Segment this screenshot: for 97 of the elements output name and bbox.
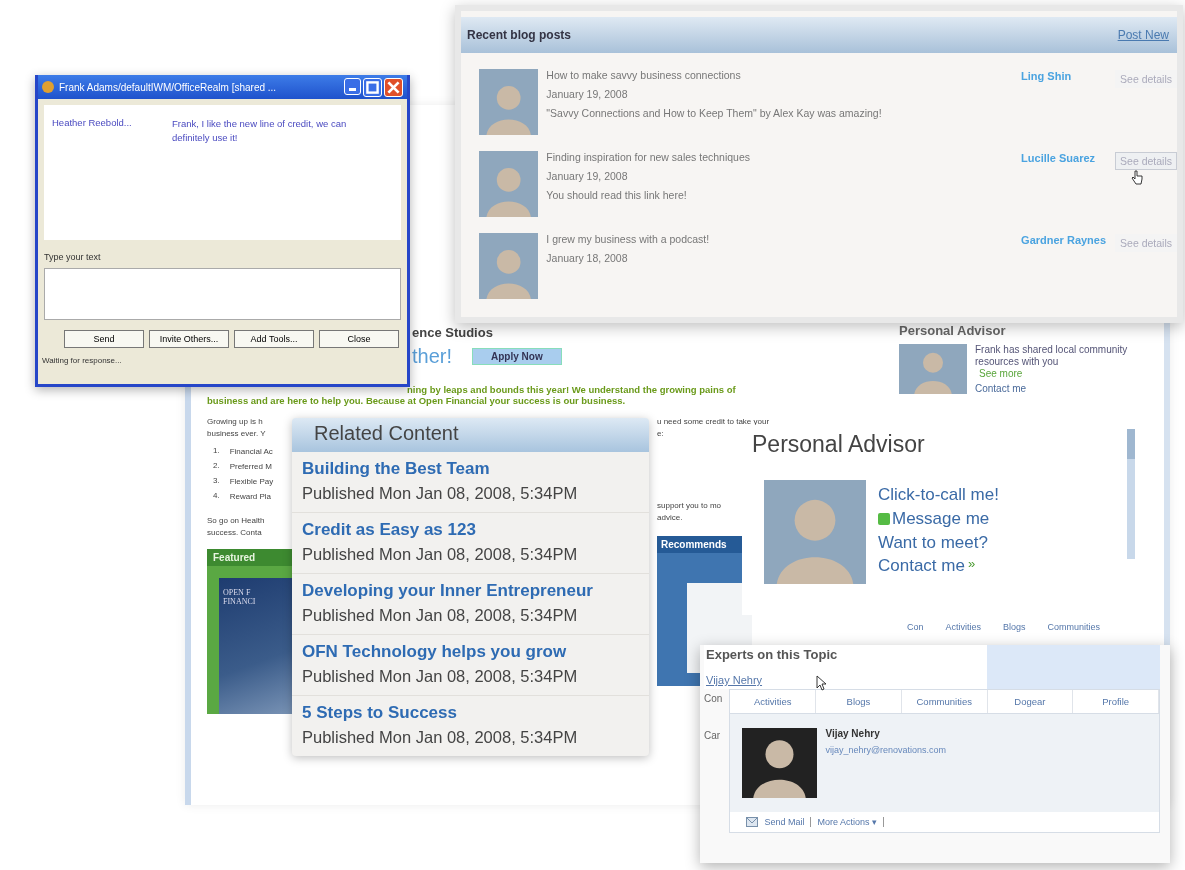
- profile-tab[interactable]: Con: [907, 622, 924, 632]
- panel-title: Recent blog posts: [467, 28, 571, 42]
- profile-tab[interactable]: Dogear: [987, 690, 1074, 713]
- minimize-button[interactable]: [344, 77, 361, 95]
- intro-text: ning by leaps and bounds this year! We understand the growing pains of: [407, 384, 736, 395]
- section-heading: ence Studios: [412, 325, 493, 340]
- input-label: Type your text: [43, 251, 102, 264]
- message-text: Frank, I like the new line of credit, we can definitely use it!: [172, 117, 348, 145]
- list-item: Preferred M: [229, 461, 272, 473]
- body-text: So go on Health: [207, 515, 266, 527]
- list-item: Flexible Pay: [229, 476, 274, 488]
- shared-resources-note: Frank has shared local community resources with you: [975, 344, 1129, 368]
- avatar-silhouette: [479, 233, 539, 299]
- post-new-link[interactable]: Post New: [1117, 28, 1169, 42]
- publish-date: Published Mon Jan 08, 2008, 5:34PM: [302, 484, 579, 503]
- publish-date: Published Mon Jan 08, 2008, 5:34PM: [302, 545, 579, 564]
- list-number: 2.: [213, 461, 220, 472]
- profile-tab[interactable]: Blogs: [816, 690, 902, 713]
- see-more-link[interactable]: See more: [979, 368, 1145, 379]
- email-link[interactable]: vijay_nehry@renovations.com: [825, 745, 947, 755]
- body-text: support you to mo: [657, 500, 723, 512]
- list-item: Financial Ac: [229, 446, 273, 458]
- message-input-field[interactable]: [44, 268, 401, 320]
- apply-button[interactable]: Apply Now: [472, 348, 562, 365]
- publish-date: Published Mon Jan 08, 2008, 5:34PM: [302, 606, 579, 625]
- list-number: 4.: [213, 491, 220, 502]
- body-text: u need some credit to take your: [657, 416, 771, 428]
- scrollbar[interactable]: [1127, 429, 1135, 559]
- post-date: January 19, 2008: [546, 88, 629, 100]
- body-text: Growing up is h: [207, 416, 264, 428]
- chat-button[interactable]: Add Tools...: [234, 330, 314, 348]
- avatar-silhouette: [479, 69, 539, 135]
- publish-date: Published Mon Jan 08, 2008, 5:34PM: [302, 728, 579, 747]
- body-text: business ever. Y: [207, 428, 267, 440]
- minimize-icon: [349, 87, 356, 91]
- more-arrow: »: [967, 556, 976, 571]
- author-link[interactable]: Gardner Raynes: [1021, 233, 1116, 246]
- profile-tab[interactable]: Communities: [901, 690, 988, 713]
- avatar-silhouette: [899, 344, 967, 394]
- body-text: advice.: [657, 512, 684, 524]
- profile-tab[interactable]: Communities: [1047, 622, 1101, 632]
- article-link[interactable]: Developing your Inner Entrepreneur: [302, 581, 639, 601]
- person-name: Vijay Nehry: [825, 728, 881, 739]
- tagline: ther!: [412, 345, 453, 368]
- action-link[interactable]: More Actions ▾: [817, 817, 884, 827]
- body-text: success. Conta: [207, 527, 263, 539]
- contact-link[interactable]: Contact me: [878, 556, 965, 576]
- scrollbar-thumb[interactable]: [1127, 429, 1135, 459]
- article-link[interactable]: OFN Technology helps you grow: [302, 642, 639, 662]
- panel-title: Related Content: [292, 418, 649, 452]
- intro-text: business and are here to help you. Because at Open Financial your success is our business.: [207, 395, 626, 406]
- author-link[interactable]: Lucille Suarez: [1021, 151, 1116, 164]
- advisor-heading: Personal Advisor: [899, 323, 1007, 338]
- profile-tab[interactable]: Activities: [945, 622, 982, 632]
- article-link[interactable]: 5 Steps to Success: [302, 703, 639, 723]
- body-text: e:: [657, 428, 665, 440]
- side-label: Con: [704, 693, 724, 704]
- panel-title: Experts on this Topic: [706, 647, 839, 662]
- list-number: 1.: [213, 446, 220, 457]
- chat-button[interactable]: Invite Others...: [149, 330, 229, 348]
- post-excerpt: You should read this link here!: [546, 189, 688, 201]
- chat-button[interactable]: Close: [319, 330, 399, 348]
- side-label: Car: [704, 730, 722, 741]
- profile-tab[interactable]: Activities: [730, 690, 817, 713]
- action-link[interactable]: Send Mail: [764, 817, 812, 827]
- contact-link[interactable]: Contact me: [975, 383, 1145, 394]
- post-date: January 19, 2008: [546, 170, 629, 182]
- advisor-link[interactable]: Want to meet?: [878, 533, 988, 553]
- article-link[interactable]: Building the Best Team: [302, 459, 639, 479]
- panel-title: Personal Advisor: [752, 431, 925, 458]
- message-sender: Heather Reebold...: [52, 117, 133, 130]
- close-button[interactable]: [384, 77, 403, 97]
- app-icon: [42, 81, 54, 93]
- post-title: Finding inspiration for new sales techniques: [546, 151, 752, 163]
- window-title: Frank Adams/defaultIWM/OfficeRealm [shared ...: [59, 81, 278, 93]
- advisor-link[interactable]: Click-to-call me!: [878, 485, 999, 505]
- status-text: Waiting for response...: [41, 355, 123, 365]
- post-excerpt: "Savvy Connections and How to Keep Them" by Alex Kay was amazing!: [546, 107, 883, 119]
- banner-text: OPEN F: [223, 588, 252, 597]
- post-title: How to make savvy business connections: [546, 69, 742, 81]
- profile-tab[interactable]: Blogs: [1003, 622, 1026, 632]
- list-number: 3.: [213, 476, 220, 487]
- avatar-silhouette: [479, 151, 539, 217]
- publish-date: Published Mon Jan 08, 2008, 5:34PM: [302, 667, 579, 686]
- hand-cursor-icon: [1131, 170, 1144, 186]
- advisor-link[interactable]: Message me: [892, 509, 990, 529]
- maximize-button[interactable]: [363, 77, 382, 97]
- banner-text: FINANCI: [223, 597, 257, 606]
- mail-icon: [746, 817, 759, 827]
- chat-button[interactable]: Send: [64, 330, 144, 348]
- list-item: Reward Pla: [229, 491, 272, 503]
- expert-link[interactable]: Vijay Nehry: [706, 674, 1160, 686]
- post-title: I grew my business with a podcast!: [546, 233, 711, 245]
- profile-tab[interactable]: Profile: [1073, 690, 1159, 713]
- author-link[interactable]: Ling Shin: [1021, 69, 1116, 82]
- post-date: January 18, 2008: [546, 252, 629, 264]
- article-link[interactable]: Credit as Easy as 123: [302, 520, 639, 540]
